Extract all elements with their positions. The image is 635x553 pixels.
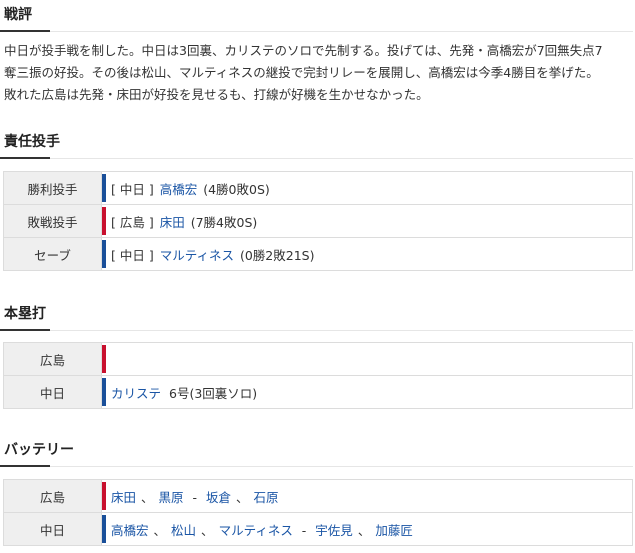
pitcher-row: セーブ [ 中日 ] マルティネス (0勝2敗21S)	[3, 237, 633, 271]
battery-cell: 高橋宏、松山、マルティネス - 宇佐見、加藤匠	[101, 512, 633, 546]
battery-table: 広島 床田、黒原 - 坂倉、石原 中日 高橋宏、松山、マルティネス - 宇佐見、加藤匠	[3, 479, 633, 546]
team-label: 中日	[3, 375, 102, 409]
battery-dash: -	[188, 489, 202, 505]
comma-separator: 、	[141, 489, 154, 505]
pitcher-record: (0勝2敗21S)	[239, 247, 315, 263]
pitcher-name-link[interactable]: 松山	[171, 523, 196, 538]
pitcher-role-label: 敗戦投手	[3, 204, 102, 238]
battery-row: 広島 床田、黒原 - 坂倉、石原	[3, 479, 633, 513]
homeruns-table: 広島 中日 カリステ 6号(3回裏ソロ)	[3, 342, 633, 409]
comma-separator: 、	[201, 522, 214, 538]
team-label: 広島	[3, 479, 102, 513]
catcher-name-link[interactable]: 坂倉	[206, 490, 231, 505]
team-label: 広島	[3, 342, 102, 376]
homeruns-divider	[0, 329, 633, 331]
pitcher-row: 勝利投手 [ 中日 ] 高橋宏 (4勝0敗0S)	[3, 171, 633, 205]
homerun-row: 中日 カリステ 6号(3回裏ソロ)	[3, 375, 633, 409]
review-heading: 戦評	[4, 7, 32, 23]
homerun-cell	[101, 342, 633, 376]
pitcher-row: 敗戦投手 [ 広島 ] 床田 (7勝4敗0S)	[3, 204, 633, 238]
pitcher-name-link[interactable]: 高橋宏	[111, 523, 149, 538]
pitcher-role-label: セーブ	[3, 237, 102, 271]
battery-cell: 床田、黒原 - 坂倉、石原	[101, 479, 633, 513]
review-line: 中日が投手戦を制した。中日は3回裏、カリステのソロで先制する。投げては、先発・高…	[4, 43, 603, 58]
homerun-row: 広島	[3, 342, 633, 376]
homeruns-heading: 本塁打	[4, 306, 46, 322]
comma-separator: 、	[153, 522, 167, 538]
pitcher-name-link[interactable]: 床田	[160, 215, 185, 230]
homerun-detail: 6号(3回裏ソロ)	[169, 385, 258, 401]
review-text: 中日が投手戦を制した。中日は3回裏、カリステのソロで先制する。投げては、先発・高…	[4, 40, 632, 106]
pitcher-name-link[interactable]: 黒原	[159, 490, 184, 505]
game-summary-page: 戦評 中日が投手戦を制した。中日は3回裏、カリステのソロで先制する。投げては、先…	[0, 0, 635, 553]
pitcher-record: (7勝4敗0S)	[190, 214, 258, 230]
review-divider	[0, 30, 633, 32]
homerun-cell: カリステ 6号(3回裏ソロ)	[101, 375, 633, 409]
pitcher-name-link[interactable]: 床田	[111, 490, 136, 505]
pitcher-record: (4勝0敗0S)	[203, 181, 270, 197]
review-line: 奪三振の好投。その後は松山、マルティネスの継投で完封リレーを展開し、高橋宏は今季…	[4, 65, 599, 80]
pitcher-name-link[interactable]: マルティネス	[219, 523, 293, 538]
team-label: 中日	[3, 512, 102, 546]
pitchers-heading: 責任投手	[4, 134, 60, 150]
team-label: [ 中日 ]	[111, 181, 154, 197]
battery-heading: バッテリー	[4, 442, 74, 458]
pitcher-name-link[interactable]: マルティネス	[160, 248, 234, 263]
comma-separator: 、	[236, 489, 249, 505]
pitcher-cell: [ 広島 ] 床田 (7勝4敗0S)	[101, 204, 633, 238]
catcher-name-link[interactable]: 宇佐見	[315, 523, 353, 538]
team-label: [ 広島 ]	[111, 214, 154, 230]
pitcher-name-link[interactable]: 高橋宏	[160, 182, 198, 197]
pitcher-cell: [ 中日 ] マルティネス (0勝2敗21S)	[101, 237, 633, 271]
pitcher-role-label: 勝利投手	[3, 171, 102, 205]
catcher-name-link[interactable]: 加藤匠	[375, 523, 413, 538]
battery-row: 中日 高橋宏、松山、マルティネス - 宇佐見、加藤匠	[3, 512, 633, 546]
battery-divider	[0, 465, 633, 467]
pitchers-divider	[0, 157, 633, 159]
catcher-name-link[interactable]: 石原	[254, 490, 279, 505]
review-line: 敗れた広島は先発・床田が好投を見せるも、打線が好機を生かせなかった。	[4, 87, 429, 102]
team-label: [ 中日 ]	[111, 247, 154, 263]
pitcher-cell: [ 中日 ] 高橋宏 (4勝0敗0S)	[101, 171, 633, 205]
battery-dash: -	[297, 522, 311, 538]
comma-separator: 、	[357, 522, 371, 538]
pitchers-table: 勝利投手 [ 中日 ] 高橋宏 (4勝0敗0S) 敗戦投手 [ 広島 ] 床田 (7勝4敗0S…	[3, 171, 633, 271]
batter-name-link[interactable]: カリステ	[111, 386, 161, 401]
